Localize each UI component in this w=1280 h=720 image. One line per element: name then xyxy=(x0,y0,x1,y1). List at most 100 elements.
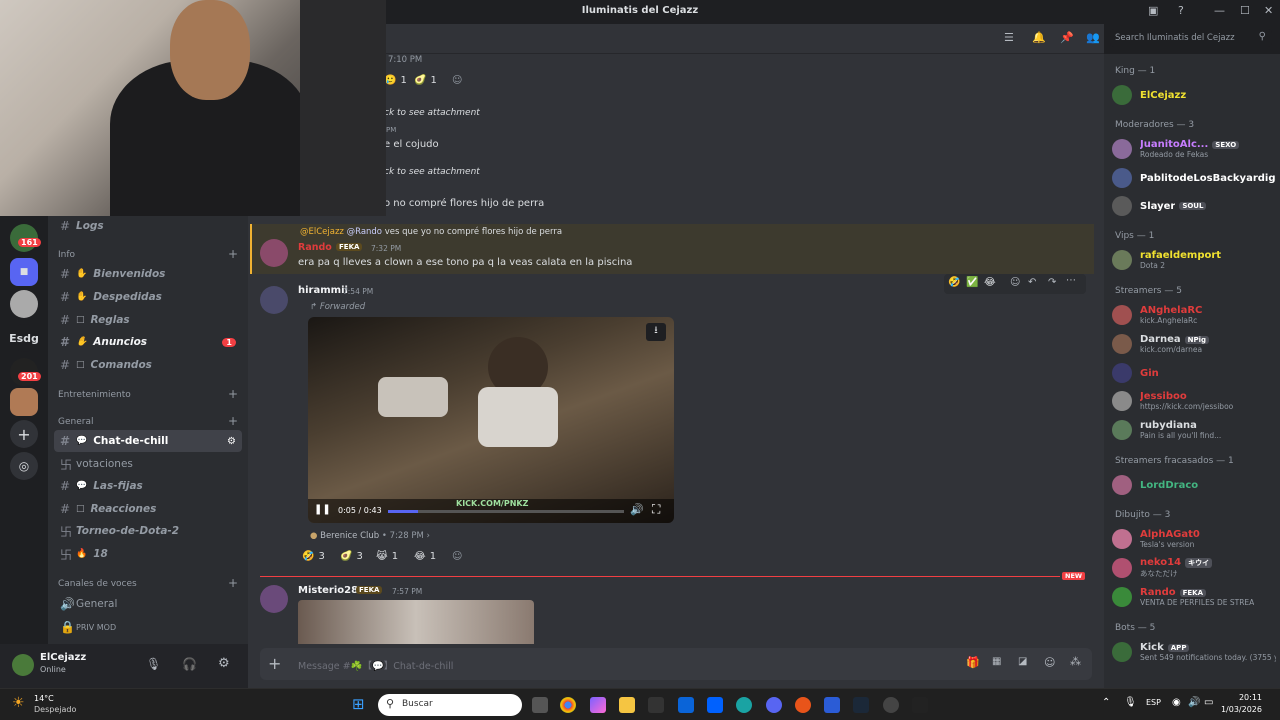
search-box[interactable]: Search Iluminatis del Cejazz ⚲ xyxy=(1110,29,1272,47)
category-entretenimiento[interactable]: Entretenimiento xyxy=(58,390,131,400)
volume-tray-icon[interactable]: 🔊 xyxy=(1188,697,1200,708)
member-row[interactable]: AlphAGat0 Tesla's version xyxy=(1112,526,1276,552)
message-author[interactable]: hirammii xyxy=(298,285,348,296)
channel-las-fijas[interactable]: # 💬 Las-fijas xyxy=(54,475,242,497)
reaction[interactable]: 😹 1 xyxy=(376,547,398,565)
weather-icon[interactable]: ☀ xyxy=(12,695,25,711)
invite-settings-icon[interactable]: ⚙ xyxy=(227,436,236,447)
category-voice[interactable]: Canales de voces xyxy=(58,579,137,589)
category-general[interactable]: General xyxy=(58,417,93,427)
tray-chevron-icon[interactable]: ⌃ xyxy=(1102,697,1110,708)
reaction-quick-icon[interactable]: ✅ xyxy=(966,277,978,288)
sticker-icon[interactable]: ◪ xyxy=(1018,656,1027,667)
channel-torneo-dota[interactable]: 卐 Torneo-de-Dota-2 xyxy=(54,520,242,542)
reply-preview[interactable]: @ElCejazz @Rando ves que yo no compré fl… xyxy=(300,227,562,237)
reaction-quick-icon[interactable]: 🤣 xyxy=(948,277,960,288)
message-author[interactable]: Rando xyxy=(298,242,332,253)
member-row[interactable]: Gin xyxy=(1112,360,1276,386)
search-input[interactable]: Search Iluminatis del Cejazz xyxy=(1115,33,1235,43)
channel-reacciones[interactable]: # □ Reacciones xyxy=(54,498,242,520)
task-view-icon[interactable] xyxy=(532,697,548,713)
taskbar-search[interactable]: ⚲ Buscar xyxy=(378,694,522,716)
app-icon[interactable] xyxy=(795,697,811,713)
clock-date[interactable]: 1/03/2026 xyxy=(1212,705,1262,714)
minimize-button[interactable]: — xyxy=(1214,4,1225,17)
emoji-icon[interactable]: ☺ xyxy=(1044,656,1055,669)
threads-icon[interactable]: ☰ xyxy=(1004,31,1014,44)
channel-comandos[interactable]: # □ Comandos xyxy=(54,354,242,376)
member-row[interactable]: LordDraco xyxy=(1112,472,1276,498)
fullscreen-icon[interactable]: ⛶ xyxy=(652,502,660,517)
reaction[interactable]: 🤣 3 xyxy=(302,547,325,565)
server-icon[interactable]: ■ xyxy=(10,258,38,286)
server-esdg[interactable]: Esdg xyxy=(9,324,39,352)
app-icon[interactable] xyxy=(912,697,928,713)
category-info[interactable]: Info xyxy=(58,250,75,260)
help-icon[interactable]: ? xyxy=(1178,4,1184,17)
weather-temp[interactable]: 14°C xyxy=(34,694,54,703)
file-explorer-icon[interactable] xyxy=(619,697,635,713)
chrome-icon[interactable] xyxy=(560,697,576,713)
add-reaction-icon[interactable]: ☺ xyxy=(452,547,462,565)
image-attachment[interactable] xyxy=(298,600,534,644)
wifi-icon[interactable]: ◉ xyxy=(1172,697,1181,708)
voice-general[interactable]: 🔊 General xyxy=(54,593,242,615)
attachment-notice[interactable]: ck to see attachment xyxy=(384,108,480,118)
member-row[interactable]: Darnea NPig kick.com/darnea xyxy=(1112,331,1276,357)
discover-icon[interactable]: ◎ xyxy=(10,452,38,480)
steam-icon[interactable] xyxy=(853,697,869,713)
member-row[interactable]: rafaeldemport Dota 2 xyxy=(1112,247,1276,273)
reply-icon[interactable]: ↶ xyxy=(1028,277,1036,288)
edge-icon[interactable] xyxy=(736,697,752,713)
member-row[interactable]: rubydiana Pain is all you'll find... xyxy=(1112,417,1276,443)
add-channel-icon[interactable]: + xyxy=(228,387,238,401)
settings-icon[interactable]: ⚙ xyxy=(218,656,230,671)
headphones-icon[interactable]: 🎧 xyxy=(182,657,197,671)
member-row[interactable]: Jessiboo https://kick.com/jessiboo xyxy=(1112,388,1276,414)
channel-bienvenidos[interactable]: # ✋ Bienvenidos xyxy=(54,263,242,285)
voice-priv-mod[interactable]: 🔒 PRIV MOD xyxy=(54,616,242,638)
member-row[interactable]: Kick APP Sent 549 notifications today. (37… xyxy=(1112,639,1276,665)
add-server-icon[interactable]: + xyxy=(10,420,38,448)
reaction-quick-icon[interactable]: 😂 xyxy=(984,277,996,288)
channel-reglas[interactable]: # □ Reglas xyxy=(54,309,242,331)
forward-source[interactable]: ● Berenice Club • 7:28 PM › xyxy=(310,531,430,541)
reaction[interactable]: 😂 1 xyxy=(414,547,436,565)
close-button[interactable]: ✕ xyxy=(1264,4,1273,17)
server-icon[interactable] xyxy=(10,290,38,318)
pause-icon[interactable]: ❚❚ xyxy=(314,504,331,515)
add-attachment-icon[interactable]: + xyxy=(268,654,281,673)
avatar[interactable] xyxy=(12,654,34,676)
avatar[interactable] xyxy=(260,585,288,613)
avatar[interactable] xyxy=(260,239,288,267)
add-reaction-icon[interactable]: ☺ xyxy=(452,71,462,89)
attachment-notice[interactable]: ck to see attachment xyxy=(384,167,480,177)
message-input[interactable]: Message #☘️【💬】Chat-de-chill xyxy=(298,658,453,672)
volume-icon[interactable]: 🔊 xyxy=(630,503,644,516)
pin-icon[interactable]: 📌 xyxy=(1060,31,1074,44)
server-icon[interactable] xyxy=(10,388,38,416)
discord-icon[interactable] xyxy=(766,697,782,713)
app-icon[interactable] xyxy=(883,697,899,713)
app-icon[interactable] xyxy=(824,697,840,713)
channel-logs[interactable]: # Logs xyxy=(54,215,242,237)
store-icon[interactable] xyxy=(648,697,664,713)
member-row[interactable]: neko14 キウイ あなただけ xyxy=(1112,555,1276,581)
gift-icon[interactable]: 🎁 xyxy=(966,656,980,669)
channel-despedidas[interactable]: # ✋ Despedidas xyxy=(54,286,242,308)
channel-chat-de-chill[interactable]: # 💬 Chat-de-chill ⚙ xyxy=(54,430,242,452)
member-row[interactable]: JuanitoAlc... SEXO Rodeado de Fekas xyxy=(1112,136,1276,162)
add-channel-icon[interactable]: + xyxy=(228,247,238,261)
member-list-icon[interactable]: 👥 xyxy=(1086,31,1100,44)
user-name[interactable]: ElCejazz xyxy=(40,652,86,663)
message-composer[interactable]: + Message #☘️【💬】Chat-de-chill 🎁 ▦ ◪ ☺ ⁂ xyxy=(260,648,1092,680)
dropbox-icon[interactable] xyxy=(707,697,723,713)
channel-anuncios[interactable]: # ✋ Anuncios 1 xyxy=(54,331,242,353)
windows-start-icon[interactable]: ⊞ xyxy=(352,695,365,713)
download-icon[interactable]: ⭳ xyxy=(646,323,666,341)
language-indicator[interactable]: ESP xyxy=(1146,698,1161,707)
avatar[interactable] xyxy=(260,286,288,314)
clock-time[interactable]: 20:11 xyxy=(1222,693,1262,702)
message-author[interactable]: Misterio28 xyxy=(298,585,358,596)
add-reaction-icon[interactable]: ☺ xyxy=(1010,277,1020,288)
